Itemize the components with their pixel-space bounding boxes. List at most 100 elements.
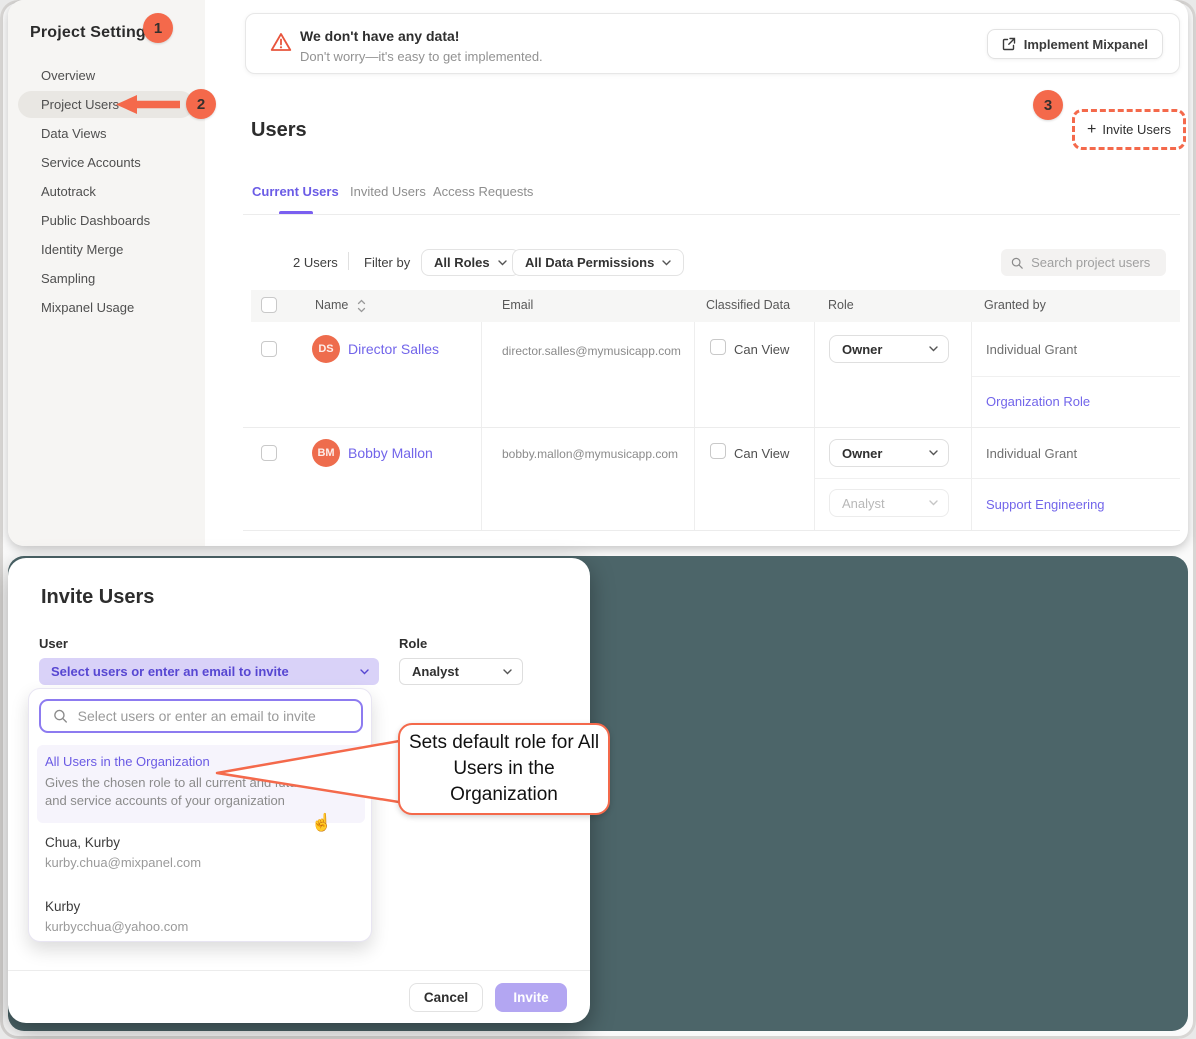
user-email: director.salles@mymusicapp.com (502, 344, 681, 358)
search-project-users-input[interactable] (1031, 255, 1156, 270)
sidebar-item-mixpanel-usage[interactable]: Mixpanel Usage (41, 300, 134, 320)
tab-invited-users[interactable]: Invited Users (350, 184, 426, 199)
column-header-classified: Classified Data (706, 298, 790, 312)
sub-row-divider (815, 478, 1180, 479)
option-email: kurbycchua@yahoo.com (45, 919, 188, 934)
permissions-filter-dropdown[interactable]: All Data Permissions (512, 249, 684, 276)
external-link-icon (1002, 37, 1016, 51)
sidebar-title: Project Settings (30, 24, 155, 42)
roles-filter-dropdown[interactable]: All Roles (421, 249, 520, 276)
search-project-users-box (1001, 249, 1166, 276)
chevron-down-icon (662, 260, 671, 266)
row-divider (243, 427, 1180, 428)
chevron-down-icon (498, 260, 507, 266)
sidebar-item-sampling[interactable]: Sampling (41, 271, 95, 291)
sort-icon[interactable] (357, 299, 366, 313)
dropdown-search-input[interactable] (78, 708, 349, 724)
no-data-banner: We don't have any data! Don't worry—it's… (245, 13, 1180, 74)
sidebar-item-project-users[interactable]: Project Users (41, 97, 119, 117)
column-divider (971, 322, 972, 530)
user-name-link[interactable]: Director Salles (348, 341, 439, 357)
can-view-checkbox[interactable] (710, 443, 726, 459)
can-view-label: Can View (734, 342, 789, 357)
sidebar-item-service-accounts[interactable]: Service Accounts (41, 155, 141, 175)
row-divider (243, 530, 1180, 531)
role-select[interactable]: Owner (829, 439, 949, 467)
project-settings-window: Project Settings Overview Project Users … (8, 0, 1188, 546)
chevron-down-icon (929, 346, 938, 352)
implement-mixpanel-button[interactable]: Implement Mixpanel (987, 29, 1163, 59)
granted-by-value: Individual Grant (986, 446, 1077, 461)
user-email: bobby.mallon@mymusicapp.com (502, 447, 678, 461)
role-select-value: Analyst (842, 496, 885, 511)
granted-by-divider (972, 376, 1180, 377)
user-select-trigger[interactable]: Select users or enter an email to invite (39, 658, 379, 685)
chevron-down-icon (929, 450, 938, 456)
invite-users-label: Invite Users (1102, 122, 1171, 137)
role-select-trigger[interactable]: Analyst (399, 658, 523, 685)
row-checkbox[interactable] (261, 341, 277, 357)
role-select[interactable]: Owner (829, 335, 949, 363)
page-title: Users (251, 119, 307, 142)
option-title: All Users in the Organization (45, 754, 210, 769)
option-title: Chua, Kurby (45, 835, 120, 850)
sidebar-item-data-views[interactable]: Data Views (41, 126, 107, 146)
screenshot-canvas: Project Settings Overview Project Users … (0, 0, 1196, 1039)
chevron-down-icon (929, 500, 938, 506)
search-icon (1011, 256, 1023, 270)
user-field-label: User (39, 636, 68, 651)
option-email: kurby.chua@mixpanel.com (45, 855, 201, 870)
tabs-divider (243, 214, 1180, 215)
annotation-badge-2: 2 (186, 89, 216, 119)
cancel-button[interactable]: Cancel (409, 983, 483, 1012)
user-name-link[interactable]: Bobby Mallon (348, 445, 433, 461)
callout-tail (205, 723, 405, 818)
invite-button[interactable]: Invite (495, 983, 567, 1012)
annotation-badge-1: 1 (143, 13, 173, 43)
user-select-value: Select users or enter an email to invite (51, 664, 289, 679)
select-all-checkbox[interactable] (261, 297, 277, 313)
row-checkbox[interactable] (261, 445, 277, 461)
tab-current-users[interactable]: Current Users (252, 184, 339, 199)
chevron-down-icon (503, 669, 512, 675)
column-divider (481, 322, 482, 530)
invite-users-button[interactable]: + Invite Users (1072, 109, 1186, 150)
column-header-granted: Granted by (984, 298, 1046, 312)
role-select-value: Owner (842, 446, 882, 461)
organization-role-link[interactable]: Organization Role (986, 394, 1090, 409)
column-header-name[interactable]: Name (315, 298, 348, 312)
sidebar-item-overview[interactable]: Overview (41, 68, 95, 88)
sidebar-item-public-dashboards[interactable]: Public Dashboards (41, 213, 150, 233)
role-field-label: Role (399, 636, 427, 651)
modal-title: Invite Users (41, 586, 154, 609)
granted-by-value: Individual Grant (986, 342, 1077, 357)
implement-mixpanel-label: Implement Mixpanel (1024, 37, 1148, 52)
annotation-badge-3: 3 (1033, 90, 1063, 120)
sidebar-item-autotrack[interactable]: Autotrack (41, 184, 96, 204)
sidebar-item-identity-merge[interactable]: Identity Merge (41, 242, 123, 262)
annotation-arrow-icon (116, 95, 180, 114)
role-select-value: Owner (842, 342, 882, 357)
permissions-filter-label: All Data Permissions (525, 255, 654, 270)
role-select-value: Analyst (412, 664, 459, 679)
column-divider (694, 322, 695, 530)
warning-triangle-icon (270, 32, 292, 52)
can-view-checkbox[interactable] (710, 339, 726, 355)
column-header-role: Role (828, 298, 854, 312)
plus-icon: + (1087, 121, 1096, 139)
support-engineering-link[interactable]: Support Engineering (986, 497, 1105, 512)
role-select-disabled: Analyst (829, 489, 949, 517)
roles-filter-label: All Roles (434, 255, 490, 270)
tab-access-requests[interactable]: Access Requests (433, 184, 533, 199)
user-count: 2 Users (293, 255, 338, 270)
callout-bubble: Sets default role for All Users in the O… (398, 723, 610, 815)
toolbar-separator (348, 252, 349, 270)
banner-title: We don't have any data! (300, 28, 459, 44)
avatar: BM (312, 439, 340, 467)
avatar: DS (312, 335, 340, 363)
banner-subtitle: Don't worry—it's easy to get implemented… (300, 49, 543, 64)
column-header-email: Email (502, 298, 533, 312)
filter-by-label: Filter by (364, 255, 410, 270)
callout-text: Sets default role for All Users in the O… (404, 730, 604, 808)
can-view-label: Can View (734, 446, 789, 461)
